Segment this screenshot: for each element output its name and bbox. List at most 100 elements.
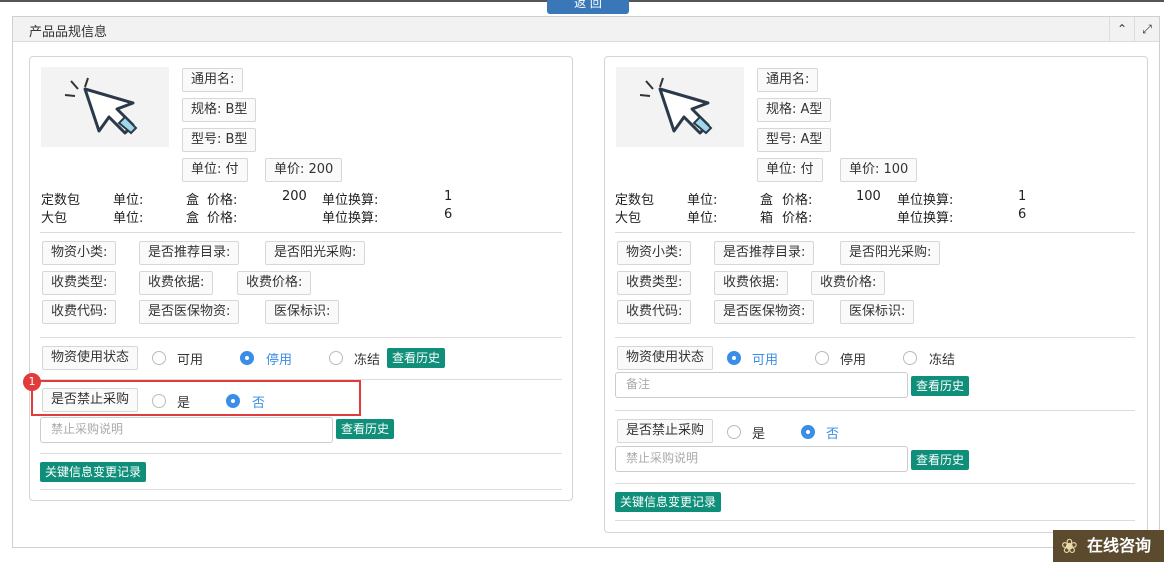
attr-tag: 收费依据:	[714, 271, 789, 295]
attr-tag: 收费依据:	[139, 271, 214, 295]
ban-history-button[interactable]: 查看历史	[336, 419, 395, 439]
pack-unit: 盒	[186, 211, 200, 226]
divider	[615, 337, 1135, 338]
online-consult-label: 在线咨询	[1087, 536, 1152, 555]
unit-tag: 单位: 付	[182, 158, 248, 182]
chevron-up-icon[interactable]: ⌃	[1109, 17, 1134, 41]
attr-tag: 收费类型:	[617, 271, 692, 295]
attr-tag: 收费价格:	[237, 271, 312, 295]
status-option-frozen[interactable]: 冻结	[929, 349, 955, 368]
divider	[615, 232, 1135, 233]
status-radio-frozen[interactable]	[329, 351, 343, 365]
step-badge: 1	[23, 373, 41, 391]
ban-reason-field[interactable]	[615, 446, 908, 472]
attr-tag: 是否医保物资:	[139, 300, 240, 324]
panel-header: 产品品规信息 ⌃ ⤢	[13, 17, 1159, 42]
pack-name: 定数包	[41, 193, 81, 208]
status-option-disabled[interactable]: 停用	[840, 349, 866, 368]
ban-reason-input[interactable]	[41, 418, 332, 440]
status-history-button[interactable]: 查看历史	[387, 348, 446, 368]
pack-price-label: 价格:	[207, 193, 238, 208]
spec-tag: 规格: A型	[757, 98, 832, 122]
pack-conv: 1	[1018, 189, 1027, 204]
divider	[615, 520, 1135, 521]
pack-unit-label: 单位:	[687, 193, 718, 208]
ban-reason-field[interactable]	[40, 417, 333, 443]
attr-tag: 物资小类:	[617, 241, 692, 265]
note-input[interactable]	[616, 373, 907, 395]
attr-tag: 物资小类:	[42, 241, 117, 265]
pack-conv: 1	[444, 189, 453, 204]
change-log-button[interactable]: 关键信息变更记录	[615, 492, 722, 512]
pack-price-label: 价格:	[782, 193, 813, 208]
divider	[40, 489, 562, 490]
generic-name-tag: 通用名:	[757, 68, 819, 92]
product-image-right	[616, 67, 744, 147]
status-option-disabled[interactable]: 停用	[266, 349, 292, 368]
model-tag: 型号: A型	[757, 128, 832, 152]
pack-unit: 盒	[186, 193, 200, 208]
back-button[interactable]: 返 回	[547, 0, 629, 14]
unit-price-tag: 单价: 200	[265, 158, 343, 182]
status-label: 物资使用状态	[617, 346, 714, 370]
ban-purchase-label: 是否禁止采购	[617, 419, 714, 443]
cursor-icon	[639, 77, 713, 135]
pack-conv-label: 单位换算:	[322, 193, 379, 208]
status-radio-usable[interactable]	[727, 351, 741, 365]
ban-radio-yes[interactable]	[727, 425, 741, 439]
ban-history-button[interactable]: 查看历史	[911, 450, 970, 470]
unit-tag: 单位: 付	[757, 158, 823, 182]
status-radio-disabled[interactable]	[815, 351, 829, 365]
pack-price: 100	[856, 189, 881, 204]
attr-tag: 收费代码:	[42, 300, 117, 324]
status-radio-disabled[interactable]	[240, 351, 254, 365]
status-option-usable[interactable]: 可用	[752, 349, 778, 368]
attr-tag: 是否推荐目录:	[139, 241, 240, 265]
pack-name: 大包	[615, 211, 642, 226]
pack-conv-label: 单位换算:	[897, 193, 954, 208]
pack-price-label: 价格:	[782, 211, 813, 226]
note-field[interactable]	[615, 372, 908, 398]
attr-tag: 是否推荐目录:	[714, 241, 815, 265]
change-log-button[interactable]: 关键信息变更记录	[40, 462, 147, 482]
generic-name-tag: 通用名:	[182, 68, 244, 92]
divider	[40, 232, 562, 233]
pack-conv-label: 单位换算:	[897, 211, 954, 226]
online-consult-widget[interactable]: ❀ 在线咨询	[1053, 530, 1164, 562]
ban-radio-no[interactable]	[801, 425, 815, 439]
status-option-frozen[interactable]: 冻结	[354, 349, 380, 368]
status-label: 物资使用状态	[42, 346, 139, 370]
pack-price-label: 价格:	[207, 211, 238, 226]
divider	[40, 453, 562, 454]
pack-conv-label: 单位换算:	[322, 211, 379, 226]
status-radio-usable[interactable]	[152, 351, 166, 365]
pack-name: 大包	[41, 211, 68, 226]
unit-price-tag: 单价: 100	[840, 158, 918, 182]
expand-icon[interactable]: ⤢	[1134, 17, 1159, 41]
divider	[40, 337, 562, 338]
ban-option-no[interactable]: 否	[826, 423, 839, 442]
pack-conv: 6	[1018, 207, 1027, 222]
product-image-left	[41, 67, 169, 147]
ban-option-yes[interactable]: 是	[752, 423, 765, 442]
spec-tag: 规格: B型	[182, 98, 257, 122]
ban-reason-input[interactable]	[616, 447, 907, 469]
pack-unit: 盒	[760, 193, 774, 208]
status-option-usable[interactable]: 可用	[177, 349, 203, 368]
status-history-button[interactable]: 查看历史	[911, 376, 970, 396]
attr-tag: 是否阳光采购:	[840, 241, 941, 265]
status-radio-frozen[interactable]	[903, 351, 917, 365]
pack-price: 200	[282, 189, 307, 204]
attr-tag: 收费代码:	[617, 300, 692, 324]
divider	[615, 410, 1135, 411]
pack-unit: 箱	[760, 211, 774, 226]
attr-tag: 医保标识:	[265, 300, 340, 324]
panel-title: 产品品规信息	[29, 25, 108, 40]
pack-name: 定数包	[615, 193, 655, 208]
pack-unit-label: 单位:	[687, 211, 718, 226]
attr-tag: 是否医保物资:	[714, 300, 815, 324]
cursor-icon	[64, 77, 138, 135]
attr-tag: 收费类型:	[42, 271, 117, 295]
pack-unit-label: 单位:	[113, 193, 144, 208]
divider	[615, 483, 1135, 484]
